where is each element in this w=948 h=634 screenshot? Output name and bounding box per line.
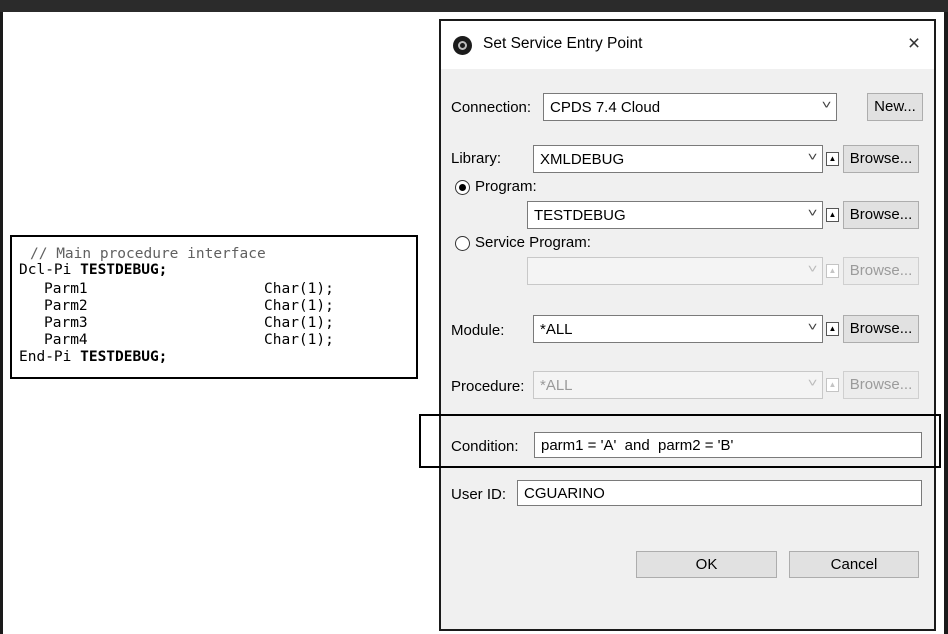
chevron-down-icon: ˅ <box>807 262 818 276</box>
triangle-up-icon: ▲ <box>828 266 837 275</box>
code-snippet: // Main procedure interface Dcl-Pi TESTD… <box>10 235 418 379</box>
program-radio[interactable] <box>455 180 470 195</box>
module-label: Module: <box>451 322 505 339</box>
code-dcl-keyword: Dcl-Pi <box>19 262 81 278</box>
code-param-type: Char(1); <box>264 332 334 348</box>
connection-value: CPDS 7.4 Cloud <box>550 99 661 116</box>
procedure-combo[interactable]: *ALL ˅ <box>533 371 823 399</box>
program-label: Program: <box>475 178 537 195</box>
cancel-button[interactable]: Cancel <box>789 551 919 578</box>
library-label: Library: <box>451 150 502 167</box>
user-id-field[interactable]: CGUARINO <box>517 480 922 506</box>
connection-combo[interactable]: CPDS 7.4 Cloud ˅ <box>543 93 837 121</box>
procedure-value: *ALL <box>540 377 573 394</box>
procedure-label: Procedure: <box>451 378 525 395</box>
program-value: TESTDEBUG <box>534 207 626 224</box>
service-program-history-button[interactable]: ▲ <box>826 264 839 278</box>
condition-highlight-box <box>419 414 941 468</box>
user-id-value: CGUARINO <box>524 485 605 502</box>
ok-button[interactable]: OK <box>636 551 777 578</box>
chevron-down-icon: ˅ <box>807 320 818 334</box>
module-history-button[interactable]: ▲ <box>826 322 839 336</box>
code-param-name: Parm4 <box>44 332 88 348</box>
triangle-up-icon: ▲ <box>828 210 837 219</box>
service-program-browse-button[interactable]: Browse... <box>843 257 919 285</box>
chevron-down-icon: ˅ <box>807 206 818 220</box>
disc-icon <box>453 36 472 55</box>
service-program-radio[interactable] <box>455 236 470 251</box>
service-program-combo[interactable]: ˅ <box>527 257 823 285</box>
title-bar: Set Service Entry Point × <box>441 21 934 69</box>
module-value: *ALL <box>540 321 573 338</box>
code-end-name: TESTDEBUG; <box>80 349 168 365</box>
library-browse-button[interactable]: Browse... <box>843 145 919 173</box>
triangle-up-icon: ▲ <box>828 324 837 333</box>
new-connection-button[interactable]: New... <box>867 93 923 121</box>
connection-label: Connection: <box>451 99 532 116</box>
program-history-button[interactable]: ▲ <box>826 208 839 222</box>
chevron-down-icon: ˅ <box>821 98 832 112</box>
dialog-title: Set Service Entry Point <box>483 35 643 52</box>
code-dcl-name: TESTDEBUG; <box>80 262 168 278</box>
triangle-up-icon: ▲ <box>828 154 837 163</box>
left-border <box>0 12 3 634</box>
library-value: XMLDEBUG <box>540 151 625 168</box>
code-param-name: Parm1 <box>44 281 88 297</box>
set-service-entry-point-dialog: Set Service Entry Point × Connection: CP… <box>439 19 936 631</box>
code-param-name: Parm2 <box>44 298 88 314</box>
code-end-line: End-Pi TESTDEBUG; <box>19 349 167 366</box>
program-combo[interactable]: TESTDEBUG ˅ <box>527 201 823 229</box>
code-comment: // Main procedure interface <box>30 246 266 262</box>
code-dcl-line: Dcl-Pi TESTDEBUG; <box>19 262 167 279</box>
code-param-type: Char(1); <box>264 298 334 314</box>
code-param-name: Parm3 <box>44 315 88 331</box>
user-id-label: User ID: <box>451 486 507 503</box>
service-program-label: Service Program: <box>475 234 591 251</box>
chevron-down-icon: ˅ <box>807 150 818 164</box>
code-param-type: Char(1); <box>264 315 334 331</box>
procedure-browse-button[interactable]: Browse... <box>843 371 919 399</box>
module-browse-button[interactable]: Browse... <box>843 315 919 343</box>
code-param-type: Char(1); <box>264 281 334 297</box>
procedure-history-button[interactable]: ▲ <box>826 378 839 392</box>
code-end-keyword: End-Pi <box>19 349 81 365</box>
chevron-down-icon: ˅ <box>807 376 818 390</box>
program-browse-button[interactable]: Browse... <box>843 201 919 229</box>
right-border <box>944 12 948 634</box>
top-bar <box>0 0 948 12</box>
library-history-button[interactable]: ▲ <box>826 152 839 166</box>
library-combo[interactable]: XMLDEBUG ˅ <box>533 145 823 173</box>
close-icon[interactable]: × <box>899 29 929 59</box>
module-combo[interactable]: *ALL ˅ <box>533 315 823 343</box>
triangle-up-icon: ▲ <box>828 380 837 389</box>
